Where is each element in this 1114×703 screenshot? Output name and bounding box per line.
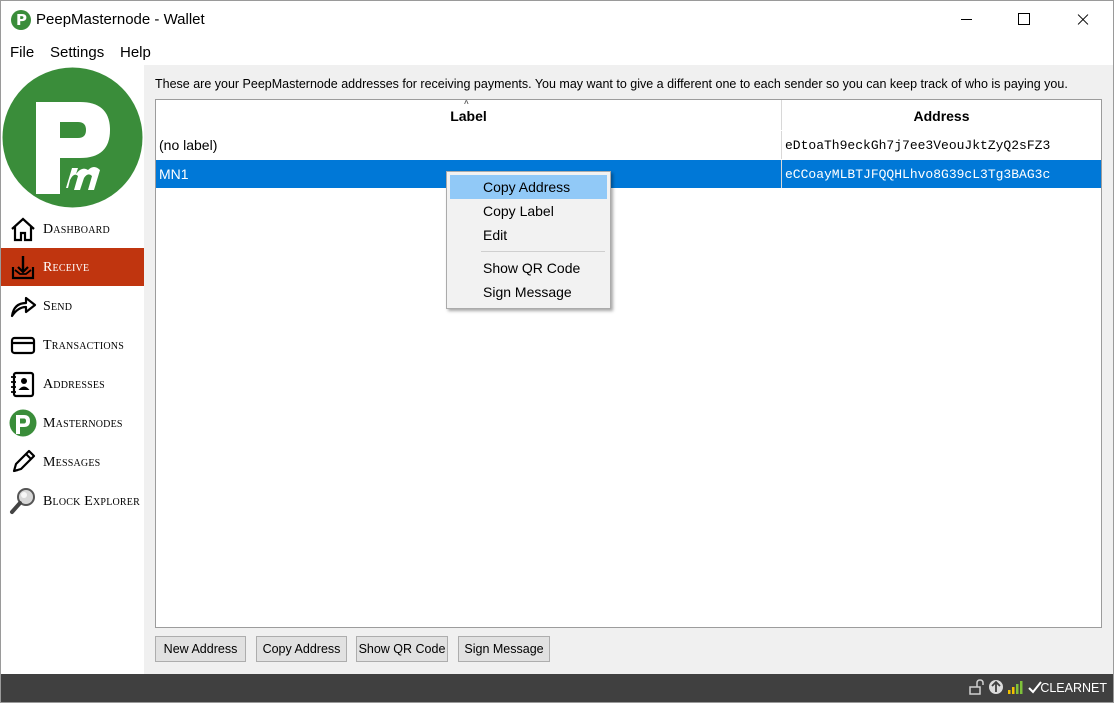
app-window: PeepMasternode - Wallet File Settings He… bbox=[0, 0, 1114, 703]
table-row-selected[interactable]: MN1 eCCoayMLBTJFQQHLhvo8G39cL3Tg3BAG3c bbox=[156, 160, 1101, 188]
magnifier-icon bbox=[10, 488, 35, 514]
column-divider bbox=[781, 160, 782, 188]
row-label: (no label) bbox=[159, 137, 218, 153]
column-header-address[interactable]: Address bbox=[782, 100, 1101, 130]
unlocked-padlock-icon[interactable] bbox=[968, 679, 984, 695]
column-header-label[interactable]: ^ Label bbox=[156, 99, 782, 130]
context-item-label: Copy Label bbox=[483, 203, 554, 219]
sidebar-item-dashboard[interactable]: Dashboard bbox=[1, 210, 144, 248]
copy-address-button[interactable]: Copy Address bbox=[256, 636, 347, 662]
context-item-label: Edit bbox=[483, 227, 508, 243]
column-divider bbox=[781, 131, 782, 159]
sidebar-item-masternodes[interactable]: Masternodes bbox=[1, 404, 144, 442]
app-logo-icon bbox=[11, 10, 31, 30]
row-label: MN1 bbox=[159, 166, 189, 182]
receive-icon bbox=[11, 256, 35, 280]
sidebar-item-label: Messages bbox=[43, 455, 101, 470]
menu-file[interactable]: File bbox=[10, 44, 34, 61]
menu-settings[interactable]: Settings bbox=[50, 44, 104, 61]
sidebar-item-send[interactable]: Send bbox=[1, 287, 144, 325]
context-item-label: Copy Address bbox=[483, 179, 571, 195]
maximize-button[interactable] bbox=[995, 1, 1053, 39]
minimize-button[interactable] bbox=[937, 1, 995, 39]
show-qr-code-button[interactable]: Show QR Code bbox=[356, 636, 448, 662]
column-header-address-text: Address bbox=[913, 108, 970, 124]
window-title: PeepMasternode - Wallet bbox=[36, 11, 205, 28]
peepmasternode-logo bbox=[2, 67, 143, 208]
context-item-sign-message[interactable]: Sign Message bbox=[450, 280, 607, 304]
sidebar-item-label: Receive bbox=[43, 260, 90, 275]
status-bar: CLEARNET bbox=[1, 674, 1113, 702]
sidebar-item-messages[interactable]: Messages bbox=[1, 443, 144, 481]
sidebar-item-receive[interactable]: Receive bbox=[1, 248, 144, 286]
send-arrow-icon bbox=[10, 296, 37, 318]
column-header-label-text: Label bbox=[450, 108, 487, 124]
sidebar: Dashboard Receive Send Transactions Addr… bbox=[1, 65, 144, 674]
title-bar[interactable]: PeepMasternode - Wallet bbox=[1, 1, 1113, 39]
close-button[interactable] bbox=[1053, 1, 1111, 39]
row-address: eCCoayMLBTJFQQHLhvo8G39cL3Tg3BAG3c bbox=[785, 167, 1051, 182]
context-item-copy-address[interactable]: Copy Address bbox=[450, 175, 607, 199]
sidebar-item-label: Masternodes bbox=[43, 416, 123, 431]
card-icon bbox=[10, 336, 36, 355]
context-item-label: Show QR Code bbox=[483, 260, 581, 276]
sidebar-item-label: Transactions bbox=[43, 338, 124, 353]
pencil-icon bbox=[12, 449, 36, 473]
sidebar-item-transactions[interactable]: Transactions bbox=[1, 326, 144, 364]
context-item-label: Sign Message bbox=[483, 284, 572, 300]
context-item-edit[interactable]: Edit bbox=[450, 223, 607, 247]
sidebar-item-label: Dashboard bbox=[43, 222, 110, 237]
sidebar-item-block-explorer[interactable]: Block Explorer bbox=[1, 482, 144, 520]
home-icon bbox=[11, 217, 35, 242]
connection-signal-icon[interactable] bbox=[1007, 679, 1023, 695]
receive-page: These are your PeepMasternode addresses … bbox=[144, 65, 1113, 674]
menu-bar: File Settings Help bbox=[1, 39, 1113, 65]
sidebar-item-label: Send bbox=[43, 299, 73, 314]
context-item-copy-label[interactable]: Copy Label bbox=[450, 199, 607, 223]
table-row[interactable]: (no label) eDtoaTh9eckGh7j7ee3VeouJktZyQ… bbox=[156, 131, 1101, 159]
new-address-button[interactable]: New Address bbox=[155, 636, 246, 662]
address-book-icon bbox=[11, 371, 35, 398]
row-address: eDtoaTh9eckGh7j7ee3VeouJktZyQ2sFZ3 bbox=[785, 138, 1051, 153]
address-table[interactable]: ^ Label Address (no label) eDtoaTh9eckGh… bbox=[155, 99, 1102, 628]
sign-message-button[interactable]: Sign Message bbox=[458, 636, 550, 662]
sidebar-item-addresses[interactable]: Addresses bbox=[1, 365, 144, 403]
context-menu: Copy Address Copy Label Edit Show QR Cod… bbox=[446, 171, 611, 309]
menu-help[interactable]: Help bbox=[120, 44, 151, 61]
context-item-show-qr-code[interactable]: Show QR Code bbox=[450, 256, 607, 280]
masternode-logo-icon bbox=[9, 409, 37, 437]
tor-status-icon[interactable] bbox=[988, 679, 1004, 695]
sidebar-item-label: Addresses bbox=[43, 377, 105, 392]
intro-text: These are your PeepMasternode addresses … bbox=[155, 77, 1068, 91]
network-status-label: CLEARNET bbox=[1040, 681, 1107, 695]
context-menu-separator bbox=[481, 251, 605, 252]
sidebar-item-label: Block Explorer bbox=[43, 494, 140, 509]
sort-indicator-icon: ^ bbox=[464, 99, 469, 108]
